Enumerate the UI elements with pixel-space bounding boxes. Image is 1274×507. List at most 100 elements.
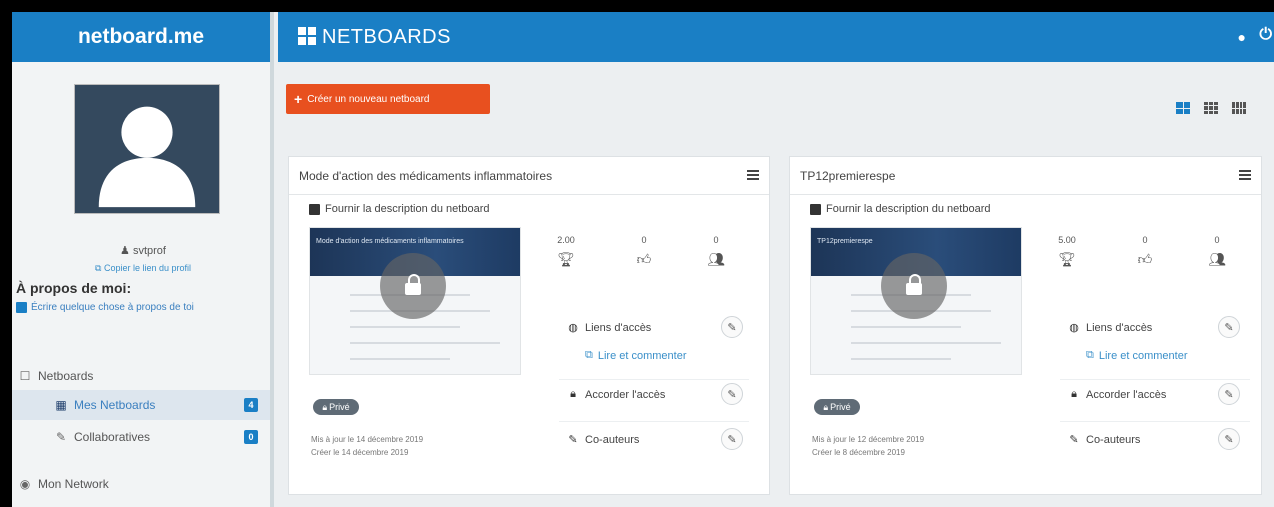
plus-icon: + [294, 91, 303, 107]
pencil-icon: ✎ [1224, 433, 1234, 446]
sidebar: netboard.me ♟ svtprof ⧉ Copier le lien d… [12, 12, 274, 507]
edit-icon: ✎ [568, 434, 578, 446]
grid-icon [298, 27, 316, 45]
edit-access-links-button[interactable]: ✎ [1218, 316, 1240, 338]
edit-coauthors-button[interactable]: ✎ [1218, 428, 1240, 450]
created-date: Créer le 14 décembre 2019 [311, 448, 409, 457]
about-edit-link[interactable]: Écrire quelque chose à propos de toi [16, 302, 194, 313]
edit-icon [810, 203, 821, 215]
count-badge: 4 [244, 398, 258, 412]
trophy-icon: 🏆︎ [557, 251, 575, 267]
card-dates: Mis à jour le 14 décembre 2019 Créer le … [311, 433, 423, 459]
sidebar-item-network[interactable]: ◉ Mon Network [12, 469, 270, 499]
description-label: Fournir la description du netboard [325, 203, 490, 215]
thumbs-up-icon: 👍︎ [1137, 251, 1153, 267]
brand-logo[interactable]: netboard.me [12, 12, 270, 62]
username-text: svtprof [132, 245, 166, 257]
users-icon: 👥︎ [707, 251, 725, 267]
create-netboard-label: Créer un nouveau netboard [307, 93, 430, 105]
privacy-badge: 🔒︎ Privé [814, 399, 860, 415]
sidebar-item-mes-netboards[interactable]: ▦ Mes Netboards 4 [12, 390, 270, 420]
likes-stat[interactable]: 0 👍︎ [629, 235, 659, 268]
hamburger-menu-icon[interactable] [1239, 170, 1251, 180]
view-4-columns-icon[interactable] [1232, 102, 1246, 114]
chat-icon[interactable]: ● [1238, 29, 1246, 45]
edit-icon [309, 203, 320, 215]
sidebar-item-netboards[interactable]: ☐ Netboards [12, 361, 270, 391]
users-icon: 👥︎ [1208, 251, 1226, 267]
read-comment-label: Lire et commenter [1098, 349, 1188, 362]
edit-grant-access-button[interactable]: ✎ [1218, 383, 1240, 405]
about-title: À propos de moi: [16, 280, 132, 296]
trophy-icon: 🏆︎ [1058, 251, 1076, 267]
access-links-item: ◍ Liens d'accès [1068, 321, 1153, 335]
description-link[interactable]: Fournir la description du netboard [810, 203, 1261, 215]
grant-access-label: Accorder l'accès [1086, 388, 1167, 401]
view-3-columns-icon[interactable] [1204, 102, 1218, 114]
grid-icon: ▦ [55, 398, 67, 412]
sidebar-item-label: Netboards [38, 369, 94, 383]
coauthors-item: ✎ Co-auteurs [567, 433, 639, 447]
edit-grant-access-button[interactable]: ✎ [721, 383, 743, 405]
sidebar-item-label: Mon Network [38, 477, 109, 491]
edit-access-links-button[interactable]: ✎ [721, 316, 743, 338]
topbar: NETBOARDS ● ⏻ [278, 12, 1274, 62]
description-link[interactable]: Fournir la description du netboard [309, 203, 769, 215]
count-badge: 0 [244, 430, 258, 444]
score-stat: 5.00 🏆︎ [1052, 235, 1082, 268]
edit-coauthors-button[interactable]: ✎ [721, 428, 743, 450]
create-netboard-button[interactable]: + Créer un nouveau netboard [286, 84, 490, 114]
copy-icon: ⧉ [1086, 349, 1094, 361]
coauthors-label: Co-auteurs [1086, 433, 1141, 446]
copy-icon: ⧉ [95, 263, 102, 273]
card-dates: Mis à jour le 12 décembre 2019 Créer le … [812, 433, 924, 459]
copy-profile-link[interactable]: ⧉ Copier le lien du profil [12, 263, 274, 274]
card-title[interactable]: TP12premierespe [800, 169, 895, 183]
access-links-item: ◍ Liens d'accès [567, 321, 652, 335]
edit-icon: ✎ [55, 430, 67, 444]
sidebar-item-label: Collaboratives [74, 430, 151, 444]
coauthors-item: ✎ Co-auteurs [1068, 433, 1141, 447]
card-header: TP12premierespe [790, 157, 1261, 195]
pencil-icon: ✎ [727, 321, 737, 334]
pencil-icon: ✎ [1224, 388, 1234, 401]
copy-icon: ⧉ [585, 349, 593, 361]
power-icon[interactable]: ⏻ [1259, 26, 1272, 44]
page-title: NETBOARDS [322, 25, 451, 48]
read-comment-label: Lire et commenter [597, 349, 687, 362]
lock-icon: 🔒︎ [570, 388, 576, 400]
pencil-icon: ✎ [727, 388, 737, 401]
lock-icon: 🔒︎ [1071, 388, 1077, 400]
updated-date: Mis à jour le 12 décembre 2019 [812, 435, 925, 444]
grant-access-item: 🔒︎ Accorder l'accès [1068, 388, 1166, 401]
netboard-thumbnail[interactable]: TP12premierespe [810, 227, 1022, 375]
avatar[interactable] [74, 84, 220, 214]
view-2-columns-icon[interactable] [1176, 102, 1190, 114]
edit-icon [16, 302, 27, 313]
lock-icon [881, 253, 947, 319]
access-links-label: Liens d'accès [1086, 321, 1153, 334]
netboard-card: TP12premierespe Fournir la description d… [789, 156, 1262, 495]
score-stat: 2.00 🏆︎ [551, 235, 581, 268]
view-switcher [1176, 102, 1246, 114]
privacy-label: Privé [329, 402, 350, 412]
access-links-label: Liens d'accès [585, 321, 652, 334]
members-stat: 0 👥︎ [1202, 235, 1232, 268]
read-comment-link[interactable]: ⧉ Lire et commenter [585, 349, 687, 362]
network-icon: ◉ [19, 477, 31, 491]
card-title[interactable]: Mode d'action des médicaments inflammato… [299, 169, 552, 183]
card-header: Mode d'action des médicaments inflammato… [289, 157, 769, 195]
about-edit-label: Écrire quelque chose à propos de toi [31, 302, 194, 313]
read-comment-link[interactable]: ⧉ Lire et commenter [1086, 349, 1188, 362]
netboard-thumbnail[interactable]: Mode d'action des médicaments inflammato… [309, 227, 521, 375]
updated-date: Mis à jour le 14 décembre 2019 [311, 435, 424, 444]
pencil-icon: ✎ [727, 433, 737, 446]
privacy-badge: 🔒︎ Privé [313, 399, 359, 415]
sidebar-item-collaboratives[interactable]: ✎ Collaboratives 0 [12, 422, 270, 452]
hamburger-menu-icon[interactable] [747, 170, 759, 180]
card-stats: 2.00 🏆︎ 0 👍︎ 0 👥︎ [551, 235, 731, 285]
likes-stat[interactable]: 0 👍︎ [1130, 235, 1160, 268]
thumbs-up-icon: 👍︎ [636, 251, 652, 267]
netboard-card: Mode d'action des médicaments inflammato… [288, 156, 770, 495]
grant-access-item: 🔒︎ Accorder l'accès [567, 388, 665, 401]
